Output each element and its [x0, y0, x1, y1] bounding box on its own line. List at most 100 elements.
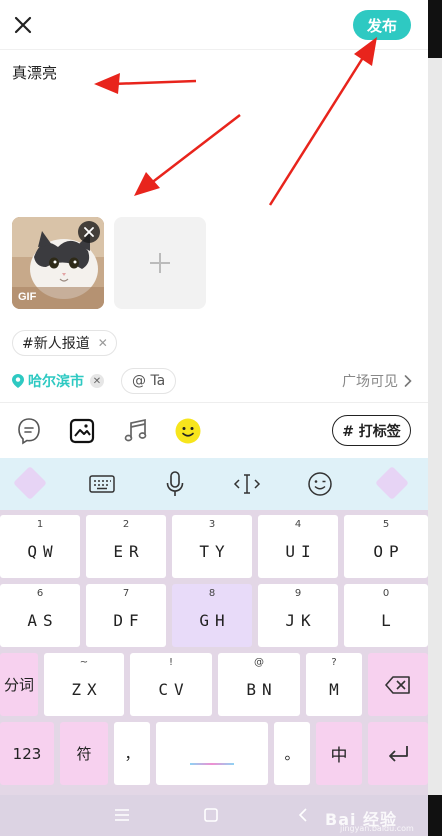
key-label: 分词: [3, 676, 34, 694]
ime-left-decoration: [13, 466, 47, 500]
ime-emoji-button[interactable]: [305, 469, 335, 499]
key-label: OP: [373, 542, 405, 561]
back-chevron-icon: [298, 808, 307, 822]
enter-icon: [389, 745, 408, 762]
close-button[interactable]: [10, 12, 36, 38]
nav-home-button[interactable]: [204, 807, 218, 826]
edge-dark-top: [428, 0, 442, 58]
remove-gif-button[interactable]: [78, 221, 100, 243]
key-gh[interactable]: 8 GH: [172, 584, 252, 647]
header-divider: [0, 49, 428, 50]
key-language[interactable]: 中: [316, 722, 362, 785]
toolbar-divider: [0, 402, 428, 403]
voice-input-button[interactable]: [160, 469, 190, 499]
voice-bubble-icon: [18, 418, 40, 445]
key-label: AS: [27, 611, 59, 630]
nav-menu-button[interactable]: [114, 807, 130, 826]
mention-button[interactable]: @ Ta: [121, 368, 177, 394]
key-ui[interactable]: 4 UI: [258, 515, 338, 578]
plus-icon: [150, 253, 170, 273]
location-row: 哈尔滨市 ✕ @ Ta 广场可见: [12, 368, 418, 394]
key-ty[interactable]: 3 TY: [172, 515, 252, 578]
key-cv[interactable]: ! CV: [130, 653, 212, 716]
keyboard-icon: [89, 475, 115, 493]
key-hint: 0: [382, 588, 390, 599]
location-chip[interactable]: 哈尔滨市 ✕: [12, 368, 104, 394]
key-hint: 6: [36, 588, 44, 599]
key-jk[interactable]: 9 JK: [258, 584, 338, 647]
key-space[interactable]: [156, 722, 268, 785]
key-label: 中: [330, 746, 348, 766]
key-label: ，: [124, 745, 140, 763]
key-label: 符: [76, 745, 92, 763]
remove-location-icon[interactable]: ✕: [90, 374, 104, 388]
publish-button[interactable]: 发布: [353, 10, 411, 40]
gif-thumbnail[interactable]: GIF: [12, 217, 104, 309]
key-comma[interactable]: ，: [114, 722, 150, 785]
key-bn[interactable]: @ BN: [218, 653, 300, 716]
key-label: ER: [113, 542, 145, 561]
key-segment[interactable]: 分词: [0, 653, 38, 716]
post-text-input[interactable]: 真漂亮: [12, 62, 57, 83]
key-hint: 1: [36, 519, 44, 530]
key-hint: ?: [331, 657, 337, 668]
key-hint: 9: [294, 588, 302, 599]
key-hint: ~: [79, 657, 89, 668]
key-hint: !: [168, 657, 173, 668]
key-er[interactable]: 2 ER: [86, 515, 166, 578]
key-df[interactable]: 7 DF: [86, 584, 166, 647]
edge-dark-bottom: [428, 795, 442, 836]
cursor-control-button[interactable]: [232, 469, 262, 499]
key-symbols[interactable]: 符: [60, 722, 108, 785]
key-hint: 4: [294, 519, 302, 530]
key-hint: 5: [382, 519, 390, 530]
key-label: CV: [158, 680, 190, 699]
key-label: 123: [12, 744, 42, 763]
add-image-button[interactable]: [114, 217, 206, 309]
cursor-move-icon: [233, 474, 261, 494]
visibility-selector[interactable]: 广场可见: [342, 368, 412, 394]
key-label: M: [329, 680, 345, 699]
topic-label: #新人报道: [22, 336, 90, 352]
nav-back-button[interactable]: [298, 807, 308, 826]
key-as[interactable]: 6 AS: [0, 584, 80, 647]
key-numbers[interactable]: 123: [0, 722, 54, 785]
arrow-to-publish: [268, 37, 377, 206]
key-backspace[interactable]: [368, 653, 428, 716]
key-enter[interactable]: [368, 722, 428, 785]
location-label: 哈尔滨市: [28, 374, 84, 390]
music-note-icon: [124, 418, 147, 442]
key-m[interactable]: ? M: [306, 653, 362, 716]
close-icon: [14, 16, 32, 34]
voice-button[interactable]: [14, 416, 44, 446]
keyboard-switch-button[interactable]: [87, 469, 117, 499]
topic-chip[interactable]: #新人报道 ✕: [12, 330, 117, 356]
key-label: UI: [285, 542, 317, 561]
key-hint: 2: [122, 519, 130, 530]
add-tag-button[interactable]: # 打标签: [332, 415, 411, 446]
key-hint: @: [254, 657, 264, 668]
backspace-icon: [385, 675, 410, 694]
ime-right-decoration: [375, 466, 409, 500]
key-zx[interactable]: ~ ZX: [44, 653, 124, 716]
key-label: GH: [199, 611, 231, 630]
remove-topic-icon[interactable]: ✕: [98, 336, 108, 350]
watermark-url: jingyan.baidu.com: [340, 824, 414, 833]
music-button[interactable]: [121, 416, 151, 446]
home-square-icon: [204, 808, 218, 822]
key-period[interactable]: 。: [274, 722, 310, 785]
key-qw[interactable]: 1 QW: [0, 515, 80, 578]
edge-strip: [428, 0, 442, 836]
key-hint: 3: [208, 519, 216, 530]
key-label: L: [381, 611, 397, 630]
key-l[interactable]: 0 L: [344, 584, 428, 647]
arrow-to-text: [94, 73, 197, 94]
compose-toolbar: # 打标签: [0, 404, 428, 458]
key-label: QW: [27, 542, 59, 561]
key-op[interactable]: 5 OP: [344, 515, 428, 578]
key-hint: 7: [122, 588, 130, 599]
key-label: DF: [113, 611, 145, 630]
post-editor-screen: 发布 真漂亮 GIF #新人报道 ✕ 哈尔滨市 ✕ @ Ta 广场可见 # 打标…: [0, 0, 442, 836]
image-button[interactable]: [67, 416, 97, 446]
emoji-button[interactable]: [173, 416, 203, 446]
